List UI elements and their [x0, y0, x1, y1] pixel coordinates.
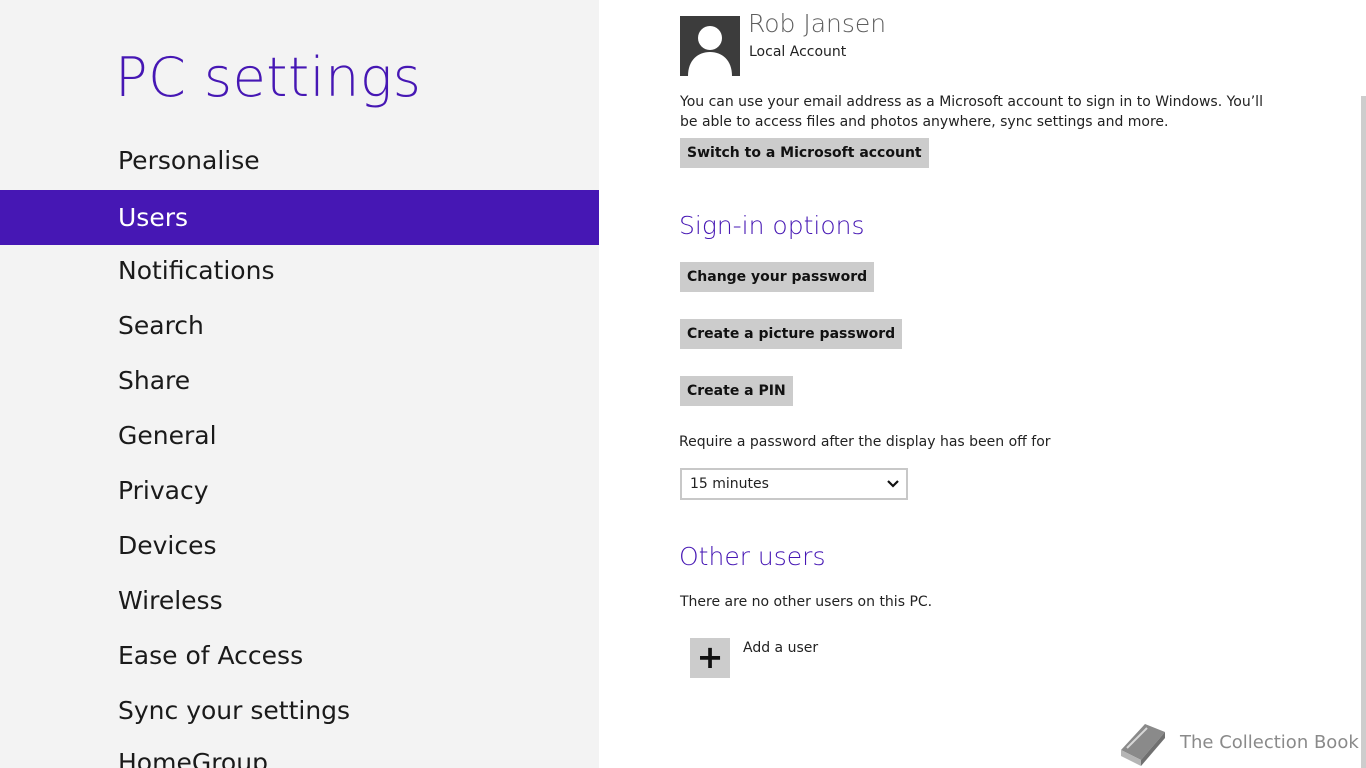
- add-user-label[interactable]: Add a user: [743, 640, 818, 656]
- select-value: 15 minutes: [690, 476, 769, 492]
- sidebar-item-search[interactable]: Search: [0, 298, 599, 353]
- signin-options-heading: Sign-in options: [679, 211, 865, 240]
- chevron-down-icon: [886, 470, 900, 508]
- watermark-text: The Collection Book: [1180, 732, 1359, 753]
- user-silhouette-icon: [688, 26, 732, 76]
- page-title: PC settings: [115, 46, 422, 109]
- sidebar: PC settings Personalise Users Notificati…: [0, 0, 599, 768]
- sidebar-item-share[interactable]: Share: [0, 353, 599, 408]
- account-type: Local Account: [749, 44, 847, 60]
- require-password-label: Require a password after the display has…: [679, 434, 1051, 450]
- account-name: Rob Jansen: [748, 9, 887, 38]
- sidebar-item-devices[interactable]: Devices: [0, 518, 599, 573]
- add-user-icon[interactable]: +: [690, 638, 730, 678]
- sidebar-item-users[interactable]: Users: [0, 190, 599, 245]
- switch-microsoft-account-button[interactable]: Switch to a Microsoft account: [680, 138, 929, 168]
- sidebar-item-homegroup[interactable]: HomeGroup: [0, 735, 599, 768]
- sidebar-item-notifications[interactable]: Notifications: [0, 243, 599, 298]
- require-password-select[interactable]: 15 minutes: [680, 468, 908, 500]
- sidebar-item-personalise[interactable]: Personalise: [0, 133, 599, 188]
- book-icon: [1121, 724, 1165, 766]
- sidebar-item-privacy[interactable]: Privacy: [0, 463, 599, 518]
- create-pin-button[interactable]: Create a PIN: [680, 376, 793, 406]
- other-users-heading: Other users: [679, 542, 826, 571]
- sidebar-item-sync-your-settings[interactable]: Sync your settings: [0, 683, 599, 738]
- change-password-button[interactable]: Change your password: [680, 262, 875, 292]
- avatar: [680, 16, 740, 76]
- watermark: The Collection Book: [1115, 718, 1359, 768]
- no-other-users-text: There are no other users on this PC.: [680, 594, 933, 610]
- create-picture-password-button[interactable]: Create a picture password: [680, 319, 903, 349]
- sidebar-item-general[interactable]: General: [0, 408, 599, 463]
- account-description: You can use your email address as a Micr…: [680, 94, 1263, 130]
- settings-pane: Rob Jansen Local Account You can use you…: [599, 0, 1366, 768]
- sidebar-item-ease-of-access[interactable]: Ease of Access: [0, 628, 599, 683]
- scrollbar[interactable]: [1361, 96, 1366, 768]
- sidebar-item-wireless[interactable]: Wireless: [0, 573, 599, 628]
